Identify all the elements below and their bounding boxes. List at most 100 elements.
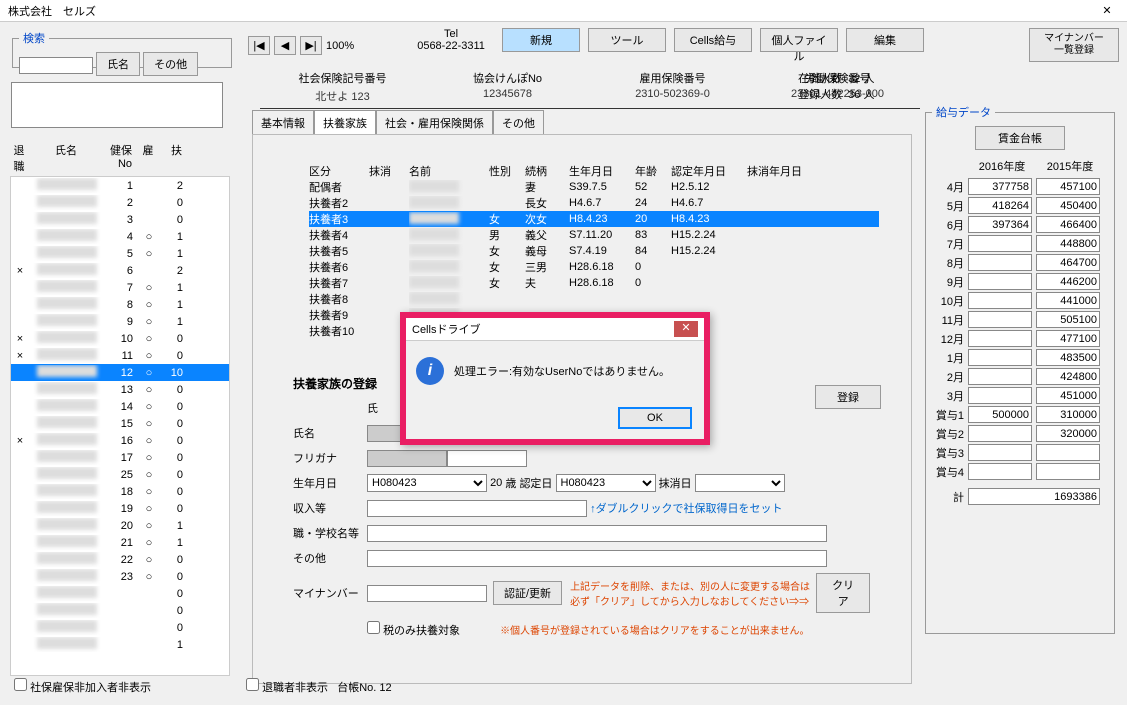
hide-retired-checkbox[interactable] bbox=[246, 678, 259, 691]
employee-row[interactable]: 20 bbox=[11, 194, 229, 211]
hide-noninsured-checkbox[interactable] bbox=[14, 678, 27, 691]
dialog-ok-button[interactable]: OK bbox=[618, 407, 692, 429]
employee-row[interactable]: 18○0 bbox=[11, 483, 229, 500]
window-close-button[interactable]: ✕ bbox=[1087, 0, 1127, 22]
employee-row[interactable]: 12 bbox=[11, 177, 229, 194]
dependent-row[interactable]: 扶養者8 bbox=[309, 291, 879, 307]
input-school[interactable] bbox=[367, 525, 827, 542]
employee-row[interactable]: 1 bbox=[11, 636, 229, 653]
sal-a[interactable] bbox=[968, 406, 1032, 423]
dependent-row[interactable]: 扶養者5女義母S7.4.1984H15.2.24 bbox=[309, 243, 879, 259]
sal-b[interactable] bbox=[1036, 387, 1100, 404]
select-dob[interactable]: H080423 bbox=[367, 474, 487, 492]
dialog-close-button[interactable]: ✕ bbox=[674, 321, 698, 337]
tab-1[interactable]: 扶養家族 bbox=[314, 110, 376, 135]
mynumber-list-button[interactable]: マイナンバー一覧登録 bbox=[1029, 28, 1119, 62]
sal-a[interactable] bbox=[968, 387, 1032, 404]
tab-0[interactable]: 基本情報 bbox=[252, 110, 314, 135]
employee-row[interactable]: 15○0 bbox=[11, 415, 229, 432]
dependent-row[interactable]: 扶養者3女次女H8.4.2320H8.4.23 bbox=[309, 211, 879, 227]
sal-b[interactable] bbox=[1036, 330, 1100, 347]
sal-a[interactable] bbox=[968, 273, 1032, 290]
input-other[interactable] bbox=[367, 550, 827, 567]
employee-row[interactable]: ×16○0 bbox=[11, 432, 229, 449]
employee-row[interactable]: 19○0 bbox=[11, 500, 229, 517]
employee-row[interactable]: 0 bbox=[11, 602, 229, 619]
employee-row[interactable]: ×10○0 bbox=[11, 330, 229, 347]
clear-button[interactable]: クリア bbox=[816, 573, 870, 613]
employee-row[interactable]: 23○0 bbox=[11, 568, 229, 585]
top-button-3[interactable]: 個人ファイル bbox=[760, 28, 838, 52]
search-name-button[interactable]: 氏名 bbox=[96, 52, 140, 76]
sal-a[interactable] bbox=[968, 216, 1032, 233]
nav-first-button[interactable]: |◀ bbox=[248, 36, 270, 55]
dependent-row[interactable]: 扶養者4男義父S7.11.2083H15.2.24 bbox=[309, 227, 879, 243]
employee-row[interactable]: 8○1 bbox=[11, 296, 229, 313]
sal-b[interactable] bbox=[1036, 368, 1100, 385]
sal-a[interactable] bbox=[968, 197, 1032, 214]
sal-b[interactable] bbox=[1036, 254, 1100, 271]
employee-row[interactable]: 25○0 bbox=[11, 466, 229, 483]
sal-b[interactable] bbox=[1036, 292, 1100, 309]
taxonly-checkbox[interactable] bbox=[367, 621, 380, 634]
sal-a[interactable] bbox=[968, 235, 1032, 252]
employee-list-rows[interactable]: 1220304○15○1×627○18○19○1×10○0×11○012○10 1… bbox=[10, 176, 230, 676]
search-input[interactable] bbox=[19, 57, 93, 74]
employee-row[interactable]: 12○10 bbox=[11, 364, 229, 381]
sal-b[interactable] bbox=[1036, 273, 1100, 290]
employee-row[interactable]: ×62 bbox=[11, 262, 229, 279]
employee-row[interactable]: 20○1 bbox=[11, 517, 229, 534]
employee-row[interactable]: 0 bbox=[11, 585, 229, 602]
tab-3[interactable]: その他 bbox=[493, 110, 544, 135]
input-myno[interactable] bbox=[367, 585, 487, 602]
employee-row[interactable]: 0 bbox=[11, 619, 229, 636]
dependent-row[interactable]: 扶養者6女三男H28.6.180 bbox=[309, 259, 879, 275]
sal-a[interactable] bbox=[968, 463, 1032, 480]
employee-row[interactable]: 21○1 bbox=[11, 534, 229, 551]
employee-row[interactable]: 5○1 bbox=[11, 245, 229, 262]
employee-row[interactable]: 30 bbox=[11, 211, 229, 228]
sal-b[interactable] bbox=[1036, 311, 1100, 328]
top-button-2[interactable]: Cells給与 bbox=[674, 28, 752, 52]
employee-row[interactable]: 4○1 bbox=[11, 228, 229, 245]
select-nin[interactable]: H080423 bbox=[556, 474, 656, 492]
input-income[interactable] bbox=[367, 500, 587, 517]
sal-a[interactable] bbox=[968, 330, 1032, 347]
wage-ledger-button[interactable]: 賃金台帳 bbox=[975, 126, 1065, 150]
top-button-0[interactable]: 新規 bbox=[502, 28, 580, 52]
nav-prev-button[interactable]: ◀ bbox=[274, 36, 296, 55]
employee-row[interactable]: 9○1 bbox=[11, 313, 229, 330]
total-input[interactable] bbox=[968, 488, 1100, 505]
sal-a[interactable] bbox=[968, 425, 1032, 442]
input-sei-kana[interactable] bbox=[367, 450, 447, 467]
sal-a[interactable] bbox=[968, 311, 1032, 328]
tab-2[interactable]: 社会・雇用保険関係 bbox=[376, 110, 493, 135]
sal-b[interactable] bbox=[1036, 463, 1100, 480]
select-del[interactable] bbox=[695, 474, 785, 492]
search-other-button[interactable]: その他 bbox=[143, 52, 198, 76]
top-button-1[interactable]: ツール bbox=[588, 28, 666, 52]
sal-a[interactable] bbox=[968, 368, 1032, 385]
employee-row[interactable]: ×11○0 bbox=[11, 347, 229, 364]
sal-b[interactable] bbox=[1036, 216, 1100, 233]
employee-row[interactable]: 17○0 bbox=[11, 449, 229, 466]
sal-a[interactable] bbox=[968, 444, 1032, 461]
dependent-row[interactable]: 配偶者妻S39.7.552H2.5.12 bbox=[309, 179, 879, 195]
auth-update-button[interactable]: 認証/更新 bbox=[493, 581, 562, 605]
sal-a[interactable] bbox=[968, 254, 1032, 271]
dependent-row[interactable]: 扶養者2長女H4.6.724H4.6.7 bbox=[309, 195, 879, 211]
employee-row[interactable]: 14○0 bbox=[11, 398, 229, 415]
input-mei-kana[interactable] bbox=[447, 450, 527, 467]
top-button-4[interactable]: 編集 bbox=[846, 28, 924, 52]
sal-b[interactable] bbox=[1036, 349, 1100, 366]
nav-next-button[interactable]: ▶| bbox=[300, 36, 322, 55]
dependent-row[interactable]: 扶養者7女夫H28.6.180 bbox=[309, 275, 879, 291]
sal-a[interactable] bbox=[968, 349, 1032, 366]
sal-b[interactable] bbox=[1036, 235, 1100, 252]
sal-a[interactable] bbox=[968, 292, 1032, 309]
sal-a[interactable] bbox=[968, 178, 1032, 195]
sal-b[interactable] bbox=[1036, 444, 1100, 461]
sal-b[interactable] bbox=[1036, 406, 1100, 423]
employee-row[interactable]: 7○1 bbox=[11, 279, 229, 296]
sal-b[interactable] bbox=[1036, 197, 1100, 214]
